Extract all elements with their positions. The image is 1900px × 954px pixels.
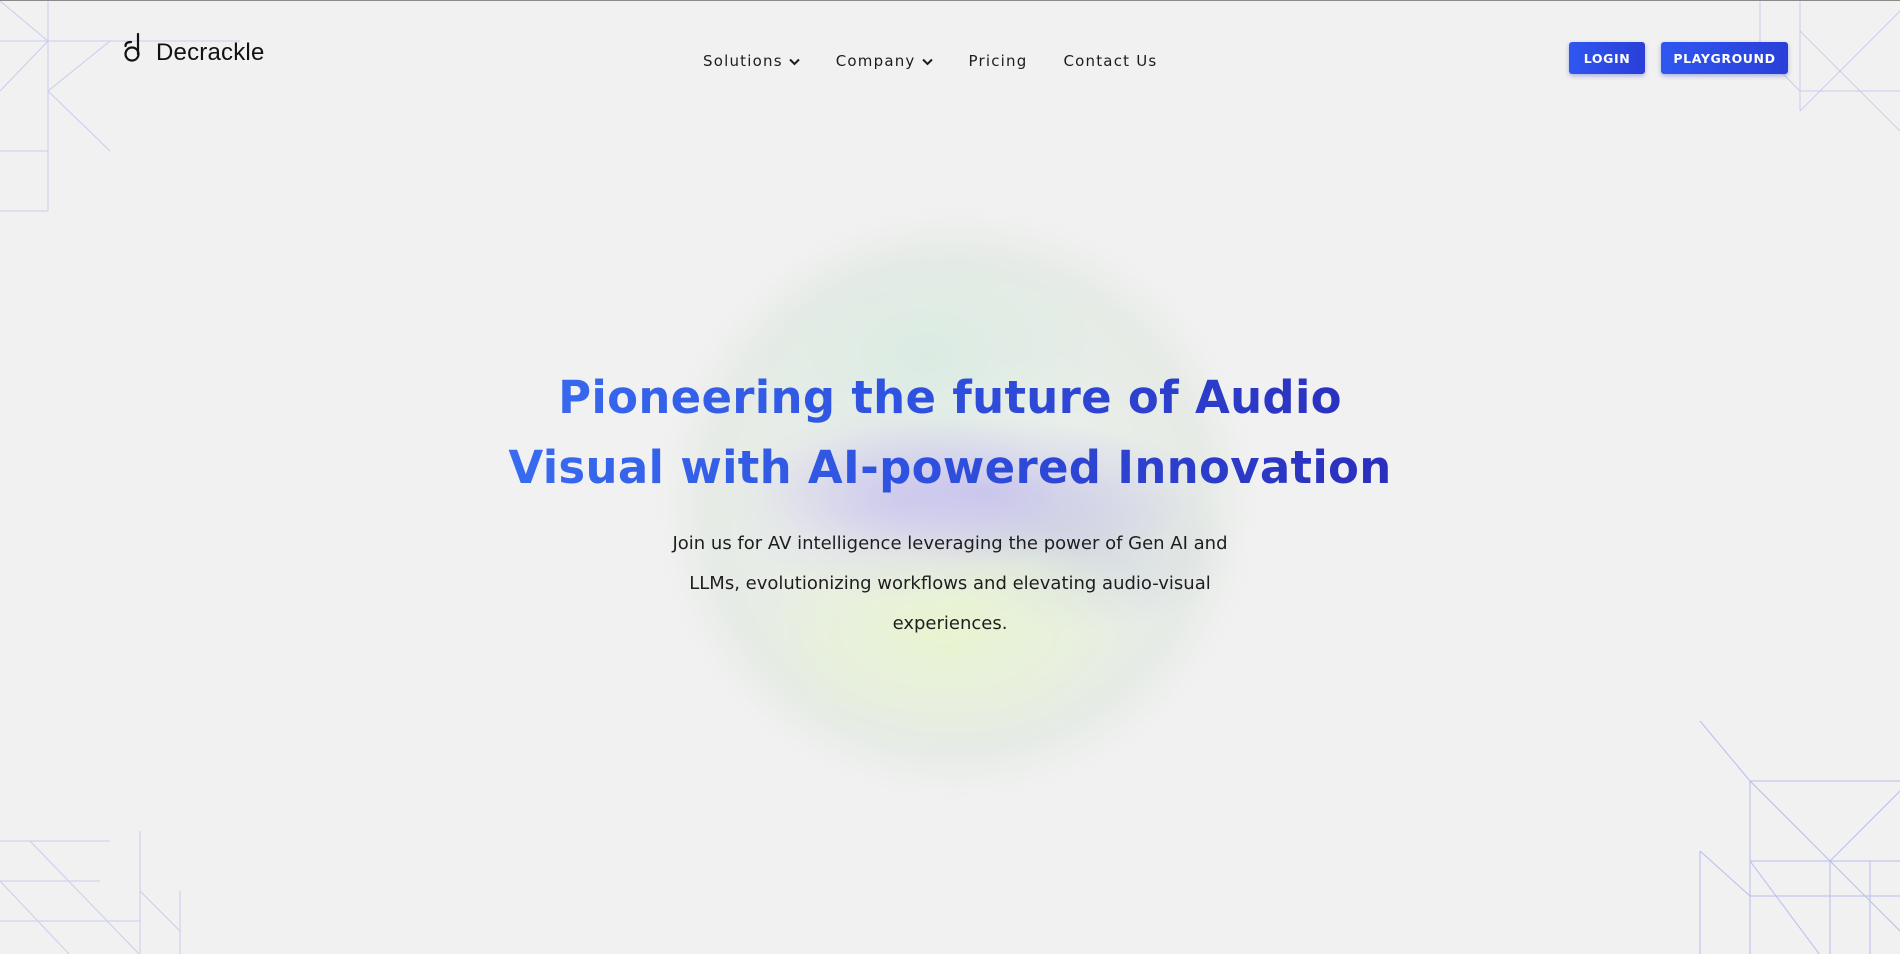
- playground-button[interactable]: PLAYGROUND: [1661, 42, 1788, 74]
- bottom-right-line-pattern: [1699, 721, 1900, 954]
- nav-item-label: Pricing: [968, 52, 1028, 70]
- bottom-left-line-pattern: [0, 831, 181, 954]
- hero-title-line-1: Pioneering the future of Audio: [558, 371, 1342, 424]
- hero-subtitle: Join us for AV intelligence leveraging t…: [630, 524, 1270, 644]
- top-right-line-pattern: [1759, 1, 1900, 132]
- nav-item-label: Contact Us: [1063, 52, 1158, 70]
- decrackle-logo-mark-icon: [124, 32, 140, 62]
- hero-subtitle-line-3: experiences.: [892, 613, 1008, 634]
- nav-item-label: Company: [835, 52, 916, 70]
- hero-subtitle-line-2: LLMs, evolutionizing workflows and eleva…: [689, 573, 1211, 594]
- nav-item-pricing[interactable]: Pricing: [969, 51, 1028, 71]
- hero-title: Pioneering the future of Audio Visual wi…: [450, 363, 1450, 503]
- nav-item-solutions[interactable]: Solutions: [703, 51, 800, 71]
- login-button[interactable]: LOGIN: [1569, 42, 1645, 74]
- chevron-down-icon: [921, 58, 933, 65]
- brand-name: Decrackle: [156, 39, 265, 66]
- brand-logo-link[interactable]: Decrackle: [122, 31, 265, 67]
- nav-item-label: Solutions: [703, 52, 783, 70]
- nav-item-contact-us[interactable]: Contact Us: [1063, 51, 1157, 71]
- chevron-down-icon: [789, 58, 800, 65]
- hero-subtitle-line-1: Join us for AV intelligence leveraging t…: [672, 533, 1228, 554]
- landing-page: Decrackle Solutions Company Pricing Cont…: [0, 0, 1900, 954]
- nav-item-company[interactable]: Company: [836, 51, 933, 71]
- hero-orb-graphic: [662, 213, 1252, 793]
- main-nav: Solutions Company Pricing Contact Us: [703, 51, 1157, 71]
- hero-title-line-2: Visual with AI-powered Innovation: [508, 441, 1392, 494]
